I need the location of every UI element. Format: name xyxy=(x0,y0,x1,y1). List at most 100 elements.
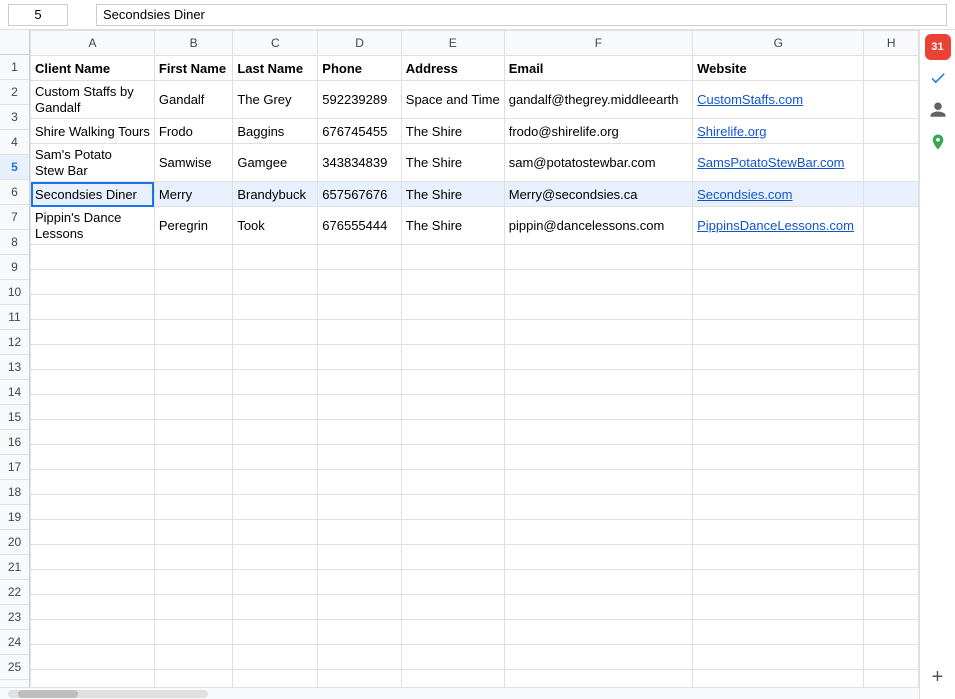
cell-9-A[interactable] xyxy=(31,295,155,320)
cell-10-F[interactable] xyxy=(504,320,692,345)
cell-10-C[interactable] xyxy=(233,320,318,345)
cell-3-F[interactable]: frodo@shirelife.org xyxy=(504,119,692,144)
cell-13-D[interactable] xyxy=(318,395,402,420)
cell-13-F[interactable] xyxy=(504,395,692,420)
cell-4-E[interactable]: The Shire xyxy=(401,144,504,182)
row-number-10[interactable]: 10 xyxy=(0,280,29,305)
cell-15-G[interactable] xyxy=(693,445,864,470)
cell-20-G[interactable] xyxy=(693,570,864,595)
cell-24-B[interactable] xyxy=(154,670,232,688)
cell-5-D[interactable]: 657567676 xyxy=(318,182,402,207)
cell-10-E[interactable] xyxy=(401,320,504,345)
cell-21-E[interactable] xyxy=(401,595,504,620)
cell-8-D[interactable] xyxy=(318,270,402,295)
cell-24-D[interactable] xyxy=(318,670,402,688)
cell-24-E[interactable] xyxy=(401,670,504,688)
row-number-25[interactable]: 25 xyxy=(0,655,29,680)
cell-15-D[interactable] xyxy=(318,445,402,470)
cell-1-H[interactable] xyxy=(864,56,919,81)
cell-12-E[interactable] xyxy=(401,370,504,395)
cell-23-F[interactable] xyxy=(504,645,692,670)
row-number-7[interactable]: 7 xyxy=(0,205,29,230)
cell-6-G[interactable]: PippinsDanceLessons.com xyxy=(693,207,864,245)
cell-5-F[interactable]: Merry@secondsies.ca xyxy=(504,182,692,207)
row-number-20[interactable]: 20 xyxy=(0,530,29,555)
spreadsheet-grid[interactable]: ABCDEFGH Client NameFirst NameLast NameP… xyxy=(30,30,919,687)
cell-2-A[interactable]: Custom Staffs by Gandalf xyxy=(31,81,155,119)
row-number-24[interactable]: 24 xyxy=(0,630,29,655)
cell-8-B[interactable] xyxy=(154,270,232,295)
cell-23-C[interactable] xyxy=(233,645,318,670)
cell-24-F[interactable] xyxy=(504,670,692,688)
cell-5-E[interactable]: The Shire xyxy=(401,182,504,207)
cell-7-G[interactable] xyxy=(693,245,864,270)
cell-6-F[interactable]: pippin@dancelessons.com xyxy=(504,207,692,245)
cell-21-H[interactable] xyxy=(864,595,919,620)
cell-1-E[interactable]: Address xyxy=(401,56,504,81)
cell-8-E[interactable] xyxy=(401,270,504,295)
cell-4-D[interactable]: 343834839 xyxy=(318,144,402,182)
cell-18-B[interactable] xyxy=(154,520,232,545)
cell-3-C[interactable]: Baggins xyxy=(233,119,318,144)
cell-15-B[interactable] xyxy=(154,445,232,470)
cell-9-D[interactable] xyxy=(318,295,402,320)
cell-3-D[interactable]: 676745455 xyxy=(318,119,402,144)
cell-5-A[interactable]: Secondsies Diner xyxy=(31,182,155,207)
row-number-14[interactable]: 14 xyxy=(0,380,29,405)
cell-16-G[interactable] xyxy=(693,470,864,495)
cell-12-F[interactable] xyxy=(504,370,692,395)
cell-22-G[interactable] xyxy=(693,620,864,645)
cell-21-B[interactable] xyxy=(154,595,232,620)
cell-7-E[interactable] xyxy=(401,245,504,270)
cell-10-A[interactable] xyxy=(31,320,155,345)
cell-19-A[interactable] xyxy=(31,545,155,570)
cell-3-H[interactable] xyxy=(864,119,919,144)
cell-19-C[interactable] xyxy=(233,545,318,570)
cell-15-H[interactable] xyxy=(864,445,919,470)
cell-2-D[interactable]: 592239289 xyxy=(318,81,402,119)
col-header-C[interactable]: C xyxy=(233,31,318,56)
cell-15-F[interactable] xyxy=(504,445,692,470)
cell-3-G[interactable]: Shirelife.org xyxy=(693,119,864,144)
cell-7-F[interactable] xyxy=(504,245,692,270)
cell-5-B[interactable]: Merry xyxy=(154,182,232,207)
row-number-9[interactable]: 9 xyxy=(0,255,29,280)
cell-10-H[interactable] xyxy=(864,320,919,345)
cell-17-E[interactable] xyxy=(401,495,504,520)
cell-20-C[interactable] xyxy=(233,570,318,595)
cell-8-C[interactable] xyxy=(233,270,318,295)
cell-21-C[interactable] xyxy=(233,595,318,620)
cell-17-A[interactable] xyxy=(31,495,155,520)
cell-22-B[interactable] xyxy=(154,620,232,645)
cell-23-H[interactable] xyxy=(864,645,919,670)
row-number-1[interactable]: 1 xyxy=(0,55,29,80)
cell-6-H[interactable] xyxy=(864,207,919,245)
cell-4-G[interactable]: SamsPotatoStewBar.com xyxy=(693,144,864,182)
formula-input[interactable] xyxy=(96,4,947,26)
maps-icon[interactable] xyxy=(924,128,952,156)
cell-21-D[interactable] xyxy=(318,595,402,620)
cell-24-H[interactable] xyxy=(864,670,919,688)
cell-14-E[interactable] xyxy=(401,420,504,445)
cell-15-A[interactable] xyxy=(31,445,155,470)
cell-13-H[interactable] xyxy=(864,395,919,420)
cell-2-B[interactable]: Gandalf xyxy=(154,81,232,119)
cell-23-A[interactable] xyxy=(31,645,155,670)
cell-11-H[interactable] xyxy=(864,345,919,370)
cell-1-D[interactable]: Phone xyxy=(318,56,402,81)
cell-2-E[interactable]: Space and Time xyxy=(401,81,504,119)
row-number-23[interactable]: 23 xyxy=(0,605,29,630)
col-header-F[interactable]: F xyxy=(504,31,692,56)
cell-11-D[interactable] xyxy=(318,345,402,370)
cell-18-F[interactable] xyxy=(504,520,692,545)
cell-11-F[interactable] xyxy=(504,345,692,370)
cell-18-C[interactable] xyxy=(233,520,318,545)
cell-15-E[interactable] xyxy=(401,445,504,470)
cell-22-C[interactable] xyxy=(233,620,318,645)
cell-19-D[interactable] xyxy=(318,545,402,570)
cell-5-C[interactable]: Brandybuck xyxy=(233,182,318,207)
cell-18-E[interactable] xyxy=(401,520,504,545)
cell-24-C[interactable] xyxy=(233,670,318,688)
cell-19-F[interactable] xyxy=(504,545,692,570)
cell-20-D[interactable] xyxy=(318,570,402,595)
